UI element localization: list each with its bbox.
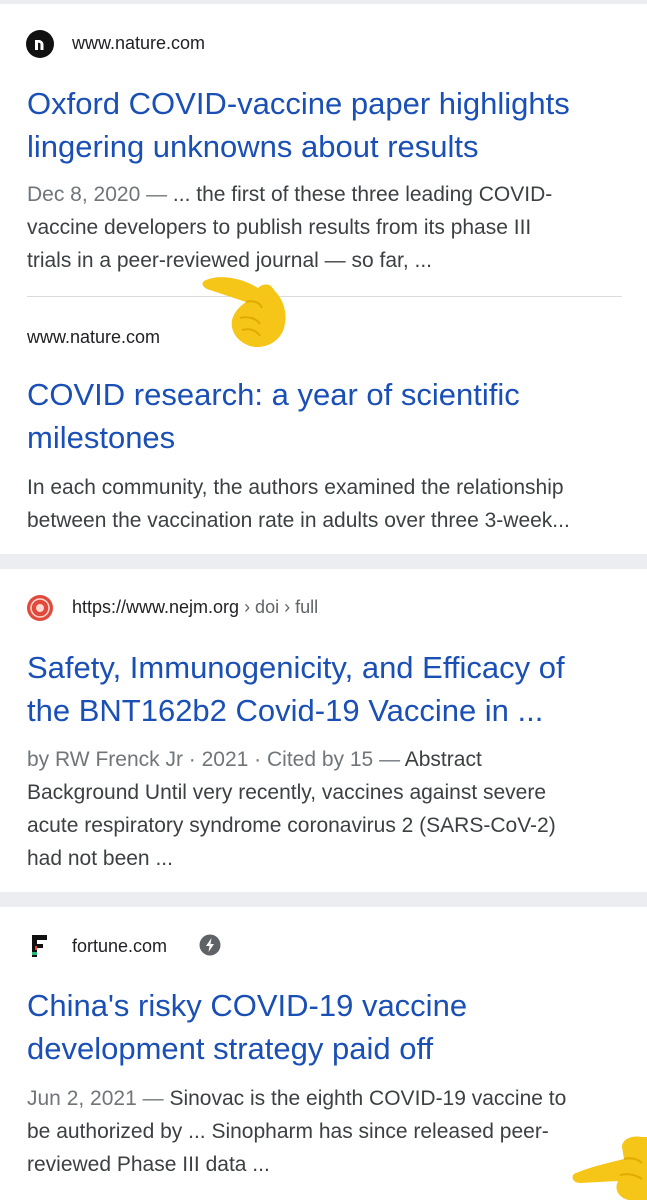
result-title-link[interactable]: Oxford COVID-vaccine paper highlights li…	[27, 82, 627, 168]
result-date: Dec 8, 2020	[27, 183, 141, 206]
snippet-text: be authorized by ... Sinopharm has since…	[27, 1120, 549, 1143]
pointing-hand-emoji	[572, 1136, 647, 1200]
result-snippet: by RW Frenck Jr · 2021 · Cited by 15 — A…	[27, 743, 627, 875]
search-result-3[interactable]: https://www.nejm.org › doi › full Safety…	[0, 569, 647, 892]
result-title-line[interactable]: milestones	[27, 416, 627, 459]
result-meta: by RW Frenck Jr · 2021 · Cited by 15	[27, 748, 374, 771]
result-title-line[interactable]: lingering unknowns about results	[27, 125, 627, 168]
snippet-text: reviewed Phase III data ...	[27, 1153, 270, 1176]
result-site-url[interactable]: https://www.nejm.org › doi › full	[72, 596, 318, 618]
fortune-f-icon	[26, 932, 54, 960]
snippet-text: acute respiratory syndrome coronavirus 2…	[27, 814, 556, 837]
results-card-3: fortune.com China's risky COVID-19 vacci…	[0, 907, 647, 1200]
separator-dash: —	[136, 1087, 170, 1110]
snippet-text: trials in a peer-reviewed journal — so f…	[27, 249, 433, 272]
result-date: Jun 2, 2021	[27, 1087, 137, 1110]
results-card-1: www.nature.com Oxford COVID-vaccine pape…	[0, 4, 647, 554]
result-site-url[interactable]: www.nature.com	[27, 326, 160, 348]
result-snippet: In each community, the authors examined …	[27, 471, 627, 537]
nejm-seal-icon	[26, 594, 54, 622]
result-title-link[interactable]: China's risky COVID-19 vaccine developme…	[27, 984, 627, 1070]
search-result-2[interactable]: www.nature.com COVID research: a year of…	[0, 297, 647, 554]
result-title-line[interactable]: COVID research: a year of scientific	[27, 373, 627, 416]
separator-dash: —	[140, 183, 173, 206]
separator-dash: —	[373, 748, 405, 771]
snippet-text: Background Until very recently, vaccines…	[27, 781, 547, 804]
result-title-link[interactable]: Safety, Immunogenicity, and Efficacy of …	[27, 646, 627, 732]
search-result-4[interactable]: fortune.com China's risky COVID-19 vacci…	[0, 907, 647, 1200]
snippet-text: In each community, the authors examined …	[27, 476, 564, 499]
result-title-line[interactable]: the BNT162b2 Covid-19 Vaccine in ...	[27, 689, 627, 732]
site-domain[interactable]: https://www.nejm.org	[72, 597, 239, 617]
result-title-link[interactable]: COVID research: a year of scientific mil…	[27, 373, 627, 459]
result-title-line[interactable]: Oxford COVID-vaccine paper highlights	[27, 82, 627, 125]
pointing-hand-emoji	[202, 277, 286, 348]
result-site-url[interactable]: www.nature.com	[72, 32, 205, 54]
breadcrumb: › doi › full	[239, 597, 319, 617]
result-site-url[interactable]: fortune.com	[72, 935, 167, 957]
result-snippet: Dec 8, 2020 — ... the first of these thr…	[27, 178, 627, 277]
snippet-text: ... the first of these three leading COV…	[172, 183, 553, 206]
result-title-line[interactable]: China's risky COVID-19 vaccine	[27, 984, 627, 1027]
nature-n-icon	[26, 30, 54, 58]
search-result-1[interactable]: www.nature.com Oxford COVID-vaccine pape…	[0, 4, 647, 296]
snippet-text: Abstract	[404, 748, 482, 771]
snippet-text: between the vaccination rate in adults o…	[27, 509, 570, 532]
snippet-text: Sinovac is the eighth COVID-19 vaccine t…	[169, 1087, 567, 1110]
result-title-line[interactable]: Safety, Immunogenicity, and Efficacy of	[27, 646, 627, 689]
amp-lightning-icon	[199, 934, 221, 956]
results-card-2: https://www.nejm.org › doi › full Safety…	[0, 569, 647, 892]
snippet-text: vaccine developers to publish results fr…	[27, 216, 532, 239]
result-title-line[interactable]: development strategy paid off	[27, 1027, 627, 1070]
snippet-text: had not been ...	[27, 847, 173, 870]
result-snippet: Jun 2, 2021 — Sinovac is the eighth COVI…	[27, 1082, 627, 1181]
